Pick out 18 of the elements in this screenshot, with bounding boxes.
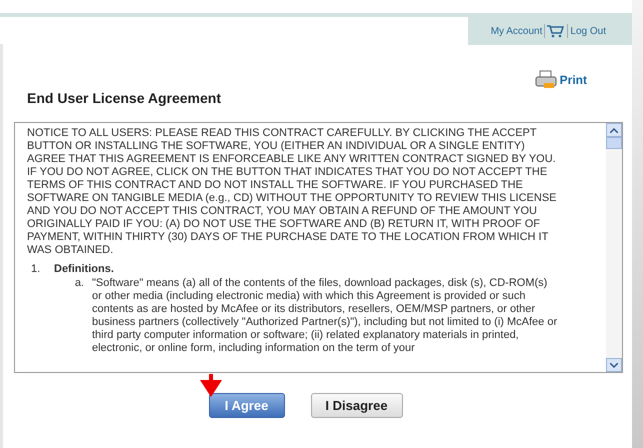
scrollbar[interactable] [606,123,622,372]
page-title: End User License Agreement [27,89,222,108]
log-out-link[interactable]: Log Out [570,24,606,38]
scroll-down-icon[interactable] [606,358,622,372]
disagree-button[interactable]: I Disagree [310,393,402,418]
item-letter: a. [74,277,85,291]
my-account-link[interactable]: My Account [490,24,542,38]
print-link[interactable]: Print [534,70,587,90]
pointer-arrow-icon [200,374,222,397]
shopping-cart-icon[interactable] [547,24,566,38]
printer-icon [534,70,557,90]
scroll-up-icon[interactable] [606,123,622,137]
definition-text: "Software" means (a) all of the contents of the files, download packages, disk (s), CD-ROM(s) or other media (including electronic media) with which this Agreement is provided or such contents as are hosted by McAfee or its distributors, resellers, OEM/MSP partners, or other business partners (collectively "Authorized Partner(s)"), including but not limited to (i) McAfee or third party computer information or software; (ii) related explanatory materials in printed, electronic, or online form, including information on the term of your [92,277,558,355]
section-heading: Definitions. [54,263,114,276]
scroll-thumb[interactable] [606,137,622,149]
agree-button[interactable]: I Agree [208,393,284,418]
license-notice: NOTICE TO ALL USERS: PLEASE READ THIS CONTRACT CAREFULLY. BY CLICKING THE ACCEPT BUTTON OR INSTALLING THE SOFTWARE, YOU (EITHER AN INDIVIDUAL OR A SINGLE ENTITY) AGREE THAT THIS AGREEMENT IS ENFORCEABLE LIKE ANY WRITTEN CONTRACT SIGNED BY YOU. IF YOU DO NOT AGREE, CLICK ON THE BUTTON THAT INDICATES THAT YOU DO NOT ACCEPT THE TERMS OF THIS CONTRACT AND DO NOT INSTALL THE SOFTWARE. IF YOU PURCHASED THE SOFTWARE ON TANGIBLE MEDIA (e.g., CD) WITHOUT THE OPPORTUNITY TO REVIEW THIS LICENSE AND YOU DO NOT ACCEPT THIS CONTRACT, YOU MAY OBTAIN A REFUND OF THE AMOUNT YOU ORIGINALLY PAID IF YOU: (A) DO NOT USE THE SOFTWARE AND (B) RETURN IT, WITH PROOF OF PAYMENT, WITHIN THIRTY (30) DAYS OF THE PURCHASE DATE TO THE LOCATION FROM WHICH IT WAS OBTAINED. [27,127,558,257]
section-number: 1. [31,263,42,276]
